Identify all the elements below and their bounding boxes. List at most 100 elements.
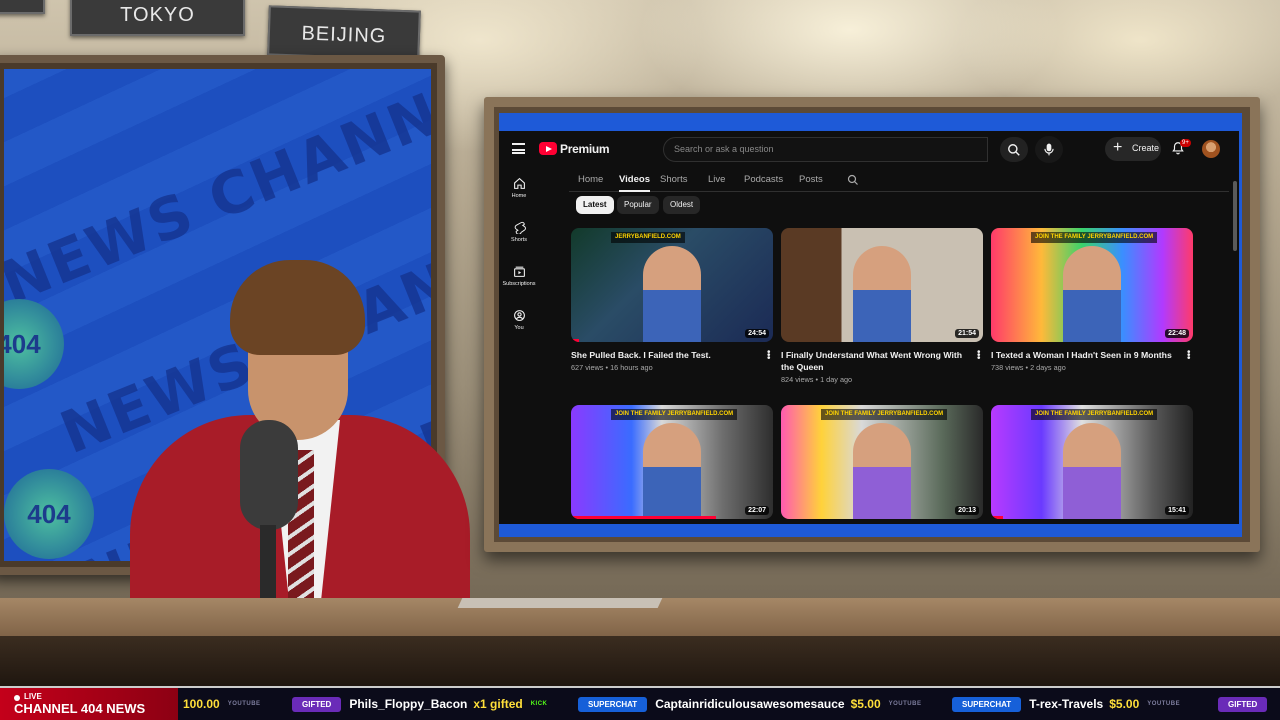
thumbnail-person <box>853 246 911 342</box>
more-options-icon[interactable]: • • • <box>767 348 771 364</box>
shorts-icon <box>514 221 526 234</box>
channel-404-badge: 404 <box>4 299 64 389</box>
gifted-badge: GIFTED <box>1218 696 1268 712</box>
video-card[interactable]: JERRYBANFIELD.COM 24:54 She Pulled Back.… <box>571 228 773 372</box>
video-views: 738 views <box>991 363 1024 372</box>
video-thumbnail[interactable]: 21:54 <box>781 228 983 342</box>
anchor-hair <box>230 260 365 355</box>
video-thumbnail[interactable]: JOIN THE FAMILY JERRYBANFIELD.COM 15:41 <box>991 405 1193 519</box>
news-ticker: LIVE CHANNEL 404 NEWS 100.00 YOUTUBE GIF… <box>0 686 1280 720</box>
thumbnail-tag: JOIN THE FAMILY JERRYBANFIELD.COM <box>821 409 948 420</box>
watch-progress-bar <box>571 339 580 342</box>
video-title[interactable]: I Finally Understand What Went Wrong Wit… <box>781 349 969 373</box>
home-icon <box>513 177 525 189</box>
sidebar-item-label: Subscriptions <box>502 281 536 287</box>
search-input[interactable]: Search or ask a question <box>663 137 988 162</box>
video-age: 16 hours ago <box>610 363 653 372</box>
scrollbar[interactable] <box>1233 181 1237 251</box>
thumbnail-person <box>1063 246 1121 342</box>
chip-popular[interactable]: Popular <box>617 196 659 214</box>
video-thumbnail[interactable]: JOIN THE FAMILY JERRYBANFIELD.COM 22:07 <box>571 405 773 519</box>
video-card[interactable]: JOIN THE FAMILY JERRYBANFIELD.COM 15:41 <box>991 405 1193 519</box>
thumbnail-tag: JOIN THE FAMILY JERRYBANFIELD.COM <box>1031 409 1158 420</box>
chip-oldest[interactable]: Oldest <box>663 196 701 214</box>
video-duration: 15:41 <box>1165 506 1189 515</box>
youtube-logo-icon[interactable] <box>539 142 557 155</box>
tab-home[interactable]: Home <box>578 174 603 185</box>
watch-progress-bar <box>571 516 717 519</box>
video-duration: 21:54 <box>955 329 979 338</box>
sidebar-item-label: Home <box>511 193 527 199</box>
you-icon <box>513 310 525 321</box>
youtube-premium-label[interactable]: Premium <box>560 142 610 156</box>
video-card[interactable]: JOIN THE FAMILY JERRYBANFIELD.COM 22:48 … <box>991 228 1193 372</box>
video-card[interactable]: JOIN THE FAMILY JERRYBANFIELD.COM 20:13 <box>781 405 983 519</box>
live-label: LIVE <box>24 692 42 701</box>
channel-search-icon[interactable] <box>847 174 859 186</box>
menu-icon[interactable] <box>512 143 525 154</box>
account-avatar[interactable] <box>1202 140 1220 158</box>
tab-posts[interactable]: Posts <box>799 174 823 185</box>
microphone-icon <box>1044 143 1054 156</box>
search-button[interactable] <box>1000 137 1028 162</box>
tab-shorts[interactable]: Shorts <box>660 174 687 185</box>
notification-count-badge: 9+ <box>1180 139 1191 147</box>
video-thumbnail[interactable]: JOIN THE FAMILY JERRYBANFIELD.COM 22:48 <box>991 228 1193 342</box>
video-duration: 22:48 <box>1165 329 1189 338</box>
video-thumbnail[interactable]: JOIN THE FAMILY JERRYBANFIELD.COM 20:13 <box>781 405 983 519</box>
tab-podcasts[interactable]: Podcasts <box>744 174 783 185</box>
thumbnail-tag: JOIN THE FAMILY JERRYBANFIELD.COM <box>611 409 738 420</box>
news-desk-front <box>0 636 1280 686</box>
sidebar-item-home[interactable]: Home <box>499 177 539 199</box>
channel-name-label: CHANNEL 404 NEWS <box>14 701 146 716</box>
ticker-amount: x1 gifted <box>473 697 523 711</box>
ticker-item: GIFTED <box>1218 696 1268 712</box>
video-card[interactable]: JOIN THE FAMILY JERRYBANFIELD.COM 22:07 <box>571 405 773 519</box>
sidebar-item-shorts[interactable]: Shorts <box>499 221 539 243</box>
video-metadata: 627 views • 16 hours ago <box>571 363 653 372</box>
thumbnail-person <box>643 423 701 519</box>
gifted-badge: GIFTED <box>292 696 342 712</box>
thumbnail-tag: JERRYBANFIELD.COM <box>611 232 685 243</box>
more-options-icon[interactable]: • • • <box>977 348 981 364</box>
channel-404-badge: 404 <box>4 469 94 559</box>
superchat-badge: SUPERCHAT <box>952 696 1022 712</box>
city-sign-beijing: BEIJING <box>267 5 421 61</box>
more-options-icon[interactable]: • • • <box>1187 348 1191 364</box>
video-views: 627 views <box>571 363 604 372</box>
superchat-badge: SUPERCHAT <box>578 696 648 712</box>
watch-progress-bar <box>991 516 1004 519</box>
tab-videos[interactable]: Videos <box>619 174 650 192</box>
news-anchor <box>110 250 490 625</box>
ticker-item: SUPERCHAT T-rex-Travels $5.00 YOUTUBE <box>952 696 1180 712</box>
city-sign <box>0 0 45 14</box>
create-button[interactable]: Create <box>1105 137 1161 161</box>
search-icon <box>1008 144 1020 156</box>
video-title[interactable]: I Texted a Woman I Hadn't Seen in 9 Mont… <box>991 349 1179 361</box>
ticker-amount: 100.00 <box>183 697 220 711</box>
chip-latest[interactable]: Latest <box>576 196 614 214</box>
thumbnail-person <box>1063 423 1121 519</box>
youtube-sidebar: Home Shorts Subscriptions You <box>499 171 539 521</box>
youtube-header: Premium Search or ask a question Create … <box>499 131 1239 169</box>
video-duration: 22:07 <box>745 506 769 515</box>
video-thumbnail[interactable]: JERRYBANFIELD.COM 24:54 <box>571 228 773 342</box>
video-card[interactable]: 21:54 I Finally Understand What Went Wro… <box>781 228 983 384</box>
ticker-source: YOUTUBE <box>888 701 922 707</box>
video-metadata: 738 views • 2 days ago <box>991 363 1066 372</box>
sidebar-item-subscriptions[interactable]: Subscriptions <box>499 265 539 287</box>
ticker-source: YOUTUBE <box>1147 701 1181 707</box>
tab-live[interactable]: Live <box>708 174 725 185</box>
desk-paper <box>457 598 663 608</box>
live-channel-box: LIVE CHANNEL 404 NEWS <box>0 688 178 720</box>
sidebar-item-you[interactable]: You <box>499 309 539 331</box>
video-duration: 24:54 <box>745 329 769 338</box>
ticker-item: 100.00 YOUTUBE <box>183 696 261 712</box>
ticker-source: KICK <box>530 701 548 707</box>
video-title[interactable]: She Pulled Back. I Failed the Test. <box>571 349 759 361</box>
video-age: 2 days ago <box>1030 363 1066 372</box>
ticker-amount: $5.00 <box>1109 697 1140 711</box>
sidebar-item-label: Shorts <box>511 237 527 243</box>
voice-search-button[interactable] <box>1035 136 1063 163</box>
subscriptions-icon <box>513 266 525 277</box>
